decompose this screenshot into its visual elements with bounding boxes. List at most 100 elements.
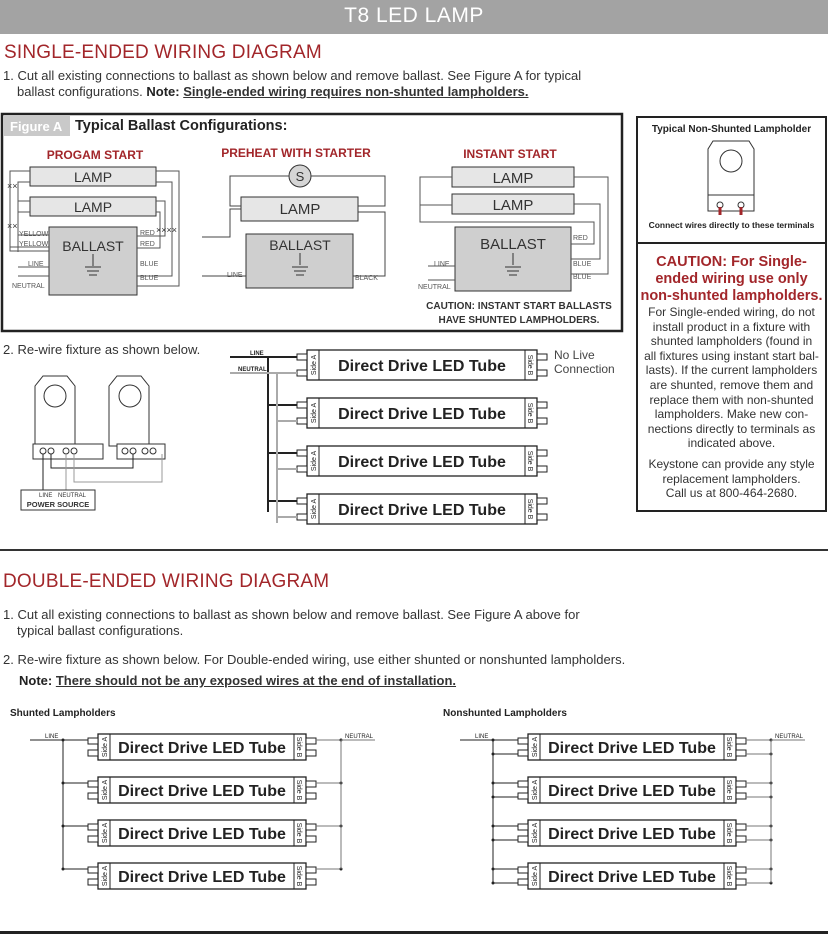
page-banner: T8 LED LAMP [0,0,828,34]
tube-label: Direct Drive LED Tube [338,406,506,423]
instant-start-title: INSTANT START [463,147,557,161]
double-step-1-line2: typical ballast configurations. [17,623,184,638]
note-label: Note: [146,84,180,99]
line-label: LINE [434,261,450,268]
yellow-label-2: YELLOW [19,241,49,248]
figure-a-title: Typical Ballast Configurations: [75,118,287,134]
neutral-bus [340,739,375,869]
single-step-1-line1: 1. Cut all existing connections to balla… [3,68,582,83]
power-source-label: POWER SOURCE [27,500,90,509]
caution-title-line: CAUTION: For Single- [656,254,807,270]
preheat-ballast-label: BALLAST [269,237,331,253]
pin-icon [296,513,308,521]
pin-icon [87,835,99,843]
pin-icon [87,792,99,800]
side-b-label: Side B [526,499,533,520]
pin-icon [87,749,99,757]
preheat-lamp-label: LAMP [280,201,321,218]
caution-body-line: install product in a fixture with [652,319,811,334]
pin-icon [517,866,529,874]
pin-icon [735,823,747,831]
lampholder-wiring: LINE NEUTRAL POWER SOURCE [20,375,166,511]
black-label: BLACK [355,275,378,282]
pin-icon [296,401,308,409]
side-a-label: Side A [102,866,109,887]
shunted-diagram: Direct Drive LED Tube Side A Side B Direct … [30,733,375,890]
caution-body-line: shunted lampholders (found in [650,334,813,349]
pin-icon [305,780,317,788]
single-note: Single-ended wiring requires non-shunted… [183,84,529,99]
caution-body-line: replace them with non-shunted [649,392,814,407]
neutral-bus [770,739,805,883]
pin-icon [517,792,529,800]
pin-icon [536,417,548,425]
line-label: LINE [250,351,264,357]
pin-icon [305,835,317,843]
pin-icon [735,835,747,843]
instant-lamp-2-label: LAMP [493,197,534,214]
cut-marks-icon: ×× [7,221,18,231]
pin-icon [517,835,529,843]
pin-icon [87,737,99,745]
red-label: RED [140,230,155,237]
pin-icon [517,737,529,745]
blue-label: BLUE [140,261,159,268]
tube-label: Direct Drive LED Tube [548,869,716,886]
pin-icon [305,749,317,757]
caution-body-line: are shunted, remove them and [649,377,814,392]
power-neutral-label: NEUTRAL [58,493,87,499]
pin-icon [735,780,747,788]
pin-icon [517,823,529,831]
contact-phone: Call us at 800-464-2680. [665,486,798,501]
pin-icon [87,878,99,886]
line-bus [230,356,269,512]
pin-icon [296,497,308,505]
tube-label: Direct Drive LED Tube [548,740,716,757]
red-label: RED [573,235,588,242]
instant-caution-line2: HAVE SHUNTED LAMPHOLDERS. [439,315,600,326]
side-a-label: Side A [311,499,318,520]
pin-icon [296,369,308,377]
side-b-label: Side B [725,866,732,887]
caution-title-line: non-shunted lampholders. [640,288,823,304]
side-b-label: Side B [725,737,732,758]
figure-a: Figure A Typical Ballast Configurations:… [0,112,624,333]
neutral-label: NEUTRAL [345,734,374,740]
pin-icon [536,513,548,521]
double-step-1: 1. Cut all existing connections to balla… [3,607,580,639]
pin-icon [735,792,747,800]
side-b-label: Side B [295,737,302,758]
contact-line: Keystone can provide any style [648,456,815,471]
tube-label: Direct Drive LED Tube [118,740,286,757]
side-a-label: Side A [311,355,318,376]
caution-body-line: nections directly to terminals as [647,421,816,436]
neutral-label: NEUTRAL [238,367,267,373]
side-b-label: Side B [725,823,732,844]
no-live-label-2: Connection [554,362,615,376]
blue-label-2: BLUE [140,275,159,282]
pin-icon [536,449,548,457]
double-step-1-line1: 1. Cut all existing connections to balla… [3,607,580,622]
caution-body-line: lasts). If the current lampholders [645,363,818,378]
instant-caution-line1: CAUTION: INSTANT START BALLASTS [426,301,612,312]
side-a-label: Side A [102,780,109,801]
tube-label: Direct Drive LED Tube [548,783,716,800]
side-b-label: Side B [725,780,732,801]
pin-icon [735,878,747,886]
side-a-label: Side A [532,780,539,801]
red-label-2: RED [140,241,155,248]
side-b-label: Side B [526,403,533,424]
side-a-label: Side A [102,737,109,758]
program-start-title: PROGAM START [47,148,144,162]
pin-icon [536,369,548,377]
blue-label: BLUE [573,261,592,268]
tube-label: Direct Drive LED Tube [338,358,506,375]
neutral-label: NEUTRAL [12,283,45,290]
pin-icon [735,749,747,757]
single-step-1-line2: ballast configurations. [17,84,143,99]
pin-icon [305,878,317,886]
pin-icon [305,792,317,800]
program-lamp-1-label: LAMP [74,169,112,185]
yellow-label: YELLOW [19,231,49,238]
caution-title-line: ended wiring use only [655,271,808,287]
